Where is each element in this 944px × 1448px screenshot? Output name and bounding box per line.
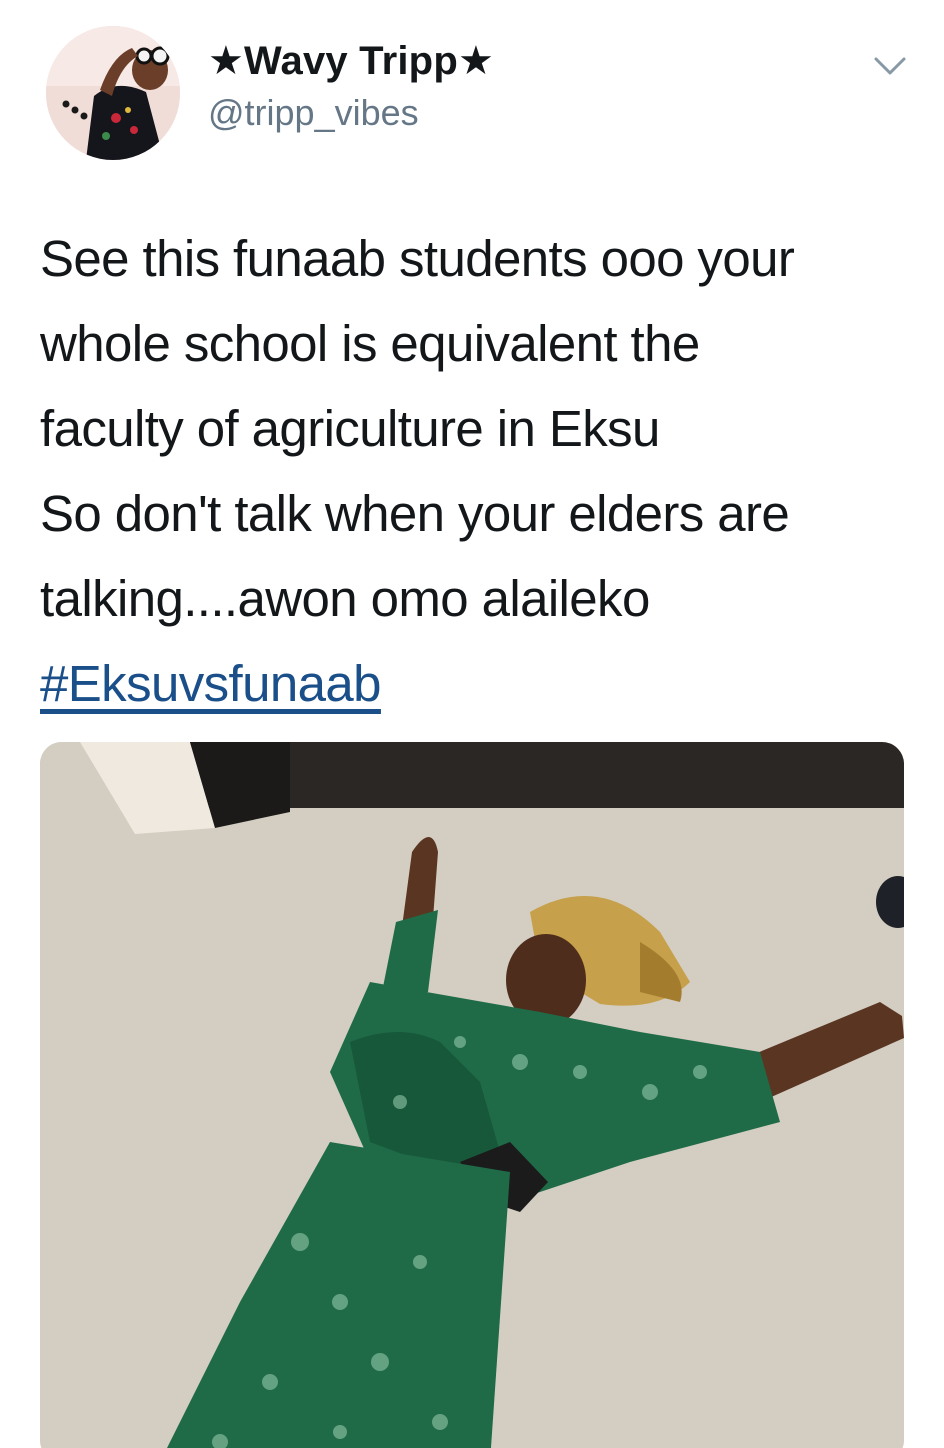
tweet-text-line: So don't talk when your elders are: [40, 485, 790, 542]
photo-man-lying-on-carpet-icon: [40, 742, 904, 1448]
tweet-text: See this funaab students ooo your whole …: [40, 216, 920, 641]
tweet-header: ★Wavy Tripp★ @tripp_vibes: [0, 0, 944, 180]
avatar[interactable]: [46, 26, 180, 160]
user-handle[interactable]: @tripp_vibes: [208, 92, 419, 134]
tweet-text-line: See this funaab students ooo your: [40, 230, 795, 287]
avatar-photo-icon: [46, 26, 180, 160]
hashtag-link[interactable]: #Eksuvsfunaab: [40, 641, 382, 726]
tweet-screenshot: ★Wavy Tripp★ @tripp_vibes See this funaa…: [0, 0, 944, 1448]
tweet-text-line: whole school is equivalent the: [40, 315, 700, 372]
display-name[interactable]: ★Wavy Tripp★: [208, 38, 494, 84]
chevron-down-icon[interactable]: [872, 52, 908, 80]
tweet-text-line: talking....awon omo alaileko: [40, 570, 650, 627]
tweet-media-photo[interactable]: [40, 742, 904, 1448]
tweet-text-line: faculty of agriculture in Eksu: [40, 400, 660, 457]
